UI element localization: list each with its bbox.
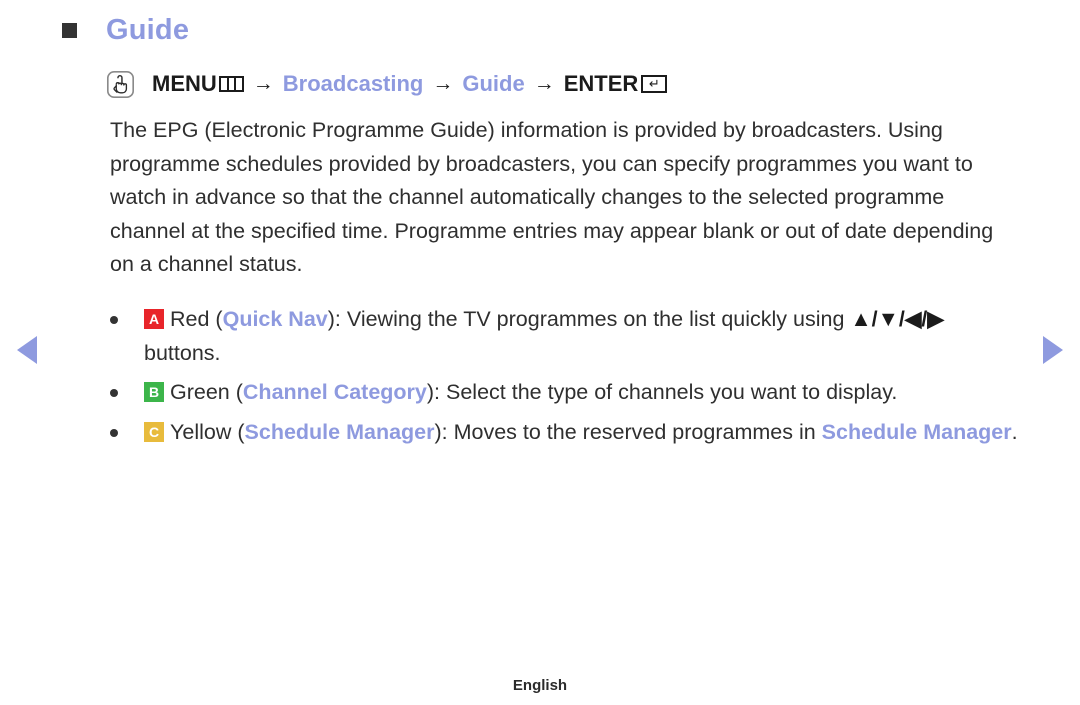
breadcrumb-item-menu-label: MENU — [152, 71, 217, 96]
bullet-dot-icon — [110, 389, 118, 397]
close-paren: ): — [434, 419, 454, 444]
colour-key-list: A Red (Quick Nav): Viewing the TV program… — [110, 303, 1022, 449]
breadcrumb-item-enter[interactable]: ENTER ↵ — [564, 71, 668, 97]
breadcrumb-item-enter-label: ENTER — [563, 71, 639, 96]
page-title-row: Guide — [62, 8, 1022, 52]
list-item-body: B Green (Channel Category): Select the ty… — [144, 376, 1022, 410]
square-bullet-icon — [62, 22, 77, 38]
breadcrumb-item-guide[interactable]: Guide — [462, 71, 524, 97]
colour-name-green: Green — [170, 380, 230, 404]
touch-hand-icon — [106, 70, 135, 98]
bullet-dot-icon — [110, 316, 118, 324]
content-column: Guide MENU → Broadcasting → Guide → ENTE… — [62, 8, 1022, 455]
trailing-period: . — [1011, 419, 1018, 444]
manual-page: Guide MENU → Broadcasting → Guide → ENTE… — [0, 0, 1080, 705]
menu-bars-icon — [218, 76, 244, 92]
open-paren: ( — [229, 380, 243, 404]
list-item-text-tail: buttons. — [144, 340, 221, 365]
colour-key-badge-a[interactable]: A — [144, 309, 164, 329]
list-item: A Red (Quick Nav): Viewing the TV program… — [110, 303, 1022, 370]
triangle-right-icon[interactable] — [1043, 336, 1063, 364]
link-schedule-manager[interactable]: Schedule Manager — [822, 420, 1012, 444]
open-paren: ( — [231, 419, 245, 444]
list-item: C Yellow (Schedule Manager): Moves to the… — [110, 416, 1022, 450]
bullet-dot-icon — [110, 428, 118, 437]
colour-key-badge-b[interactable]: B — [144, 382, 164, 402]
list-item-text: Select the type of channels you want to … — [446, 380, 898, 404]
open-paren: ( — [209, 307, 223, 331]
footer-language: English — [512, 677, 568, 694]
list-item-body: C Yellow (Schedule Manager): Moves to the… — [144, 416, 1022, 450]
dpad-keys-icon: ▲/▼/◀/▶ — [850, 307, 944, 331]
feature-quick-nav[interactable]: Quick Nav — [223, 307, 328, 331]
close-paren: ): — [327, 307, 347, 331]
enter-key-glyph: ↵ — [648, 76, 660, 91]
breadcrumb-item-broadcasting[interactable]: Broadcasting — [283, 71, 424, 97]
colour-name-yellow: Yellow — [170, 419, 232, 444]
triangle-left-icon[interactable] — [17, 336, 37, 364]
body-paragraph: The EPG (Electronic Programme Guide) inf… — [110, 118, 994, 276]
close-paren: ): — [426, 380, 446, 404]
breadcrumb-separator: → — [252, 72, 274, 95]
breadcrumb: MENU → Broadcasting → Guide → ENTER ↵ — [106, 68, 1022, 100]
feature-schedule-manager[interactable]: Schedule Manager — [245, 420, 435, 444]
feature-channel-category[interactable]: Channel Category — [243, 380, 427, 404]
breadcrumb-item-menu[interactable]: MENU — [152, 71, 244, 97]
breadcrumb-separator: → — [533, 72, 555, 95]
list-item-text: Moves to the reserved programmes in — [453, 419, 822, 444]
colour-key-badge-c[interactable]: C — [144, 421, 164, 442]
breadcrumb-separator: → — [432, 72, 454, 95]
page-title: Guide — [106, 13, 190, 46]
colour-name-red: Red — [170, 307, 210, 331]
enter-key-icon: ↵ — [641, 75, 668, 93]
list-item: B Green (Channel Category): Select the ty… — [110, 376, 1022, 410]
list-item-text: Viewing the TV programmes on the list qu… — [346, 307, 851, 331]
list-item-body: A Red (Quick Nav): Viewing the TV program… — [144, 303, 1022, 370]
